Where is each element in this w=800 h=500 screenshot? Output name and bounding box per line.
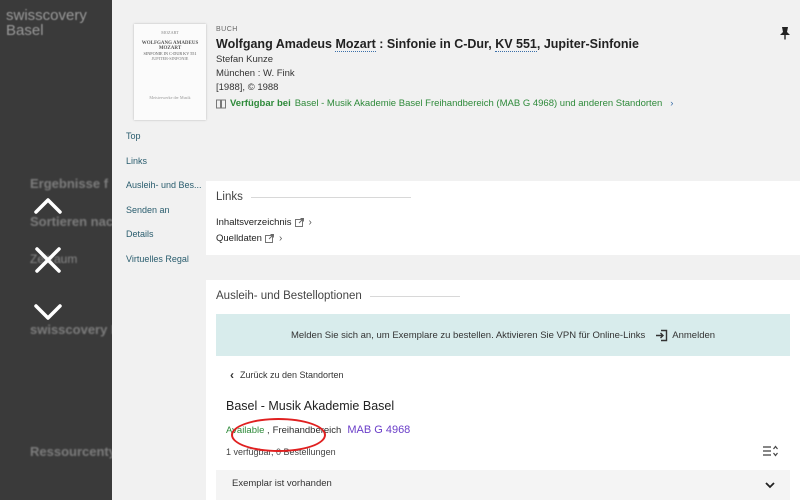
links-heading: Links <box>216 191 243 203</box>
title-author-link[interactable]: Mozart <box>335 37 376 52</box>
close-icon <box>35 247 61 273</box>
availability-link[interactable]: Verfügbar bei Basel - Musik Akademie Bas… <box>216 98 673 109</box>
section-nav-details[interactable]: Details <box>126 228 216 253</box>
cover-text-line: Meisterwerke der Musik <box>149 95 191 100</box>
book-cover-thumbnail[interactable]: MOZART WOLFGANG AMADEUS MOZART SINFONIE … <box>134 24 206 120</box>
section-navigation: Top Links Ausleih- und Bes... Senden an … <box>126 130 216 277</box>
record-date: [1988], © 1988 <box>216 82 279 93</box>
record-detail-panel: MOZART WOLFGANG AMADEUS MOZART SINFONIE … <box>112 0 800 500</box>
section-nav-send[interactable]: Senden an <box>126 204 216 229</box>
links-heading-row: Links <box>216 191 411 203</box>
item-row[interactable]: Exemplar ist vorhanden <box>216 470 790 500</box>
background-logo: swisscovery Basel <box>6 7 87 39</box>
sign-in-icon <box>656 329 668 341</box>
filter-sort-icon[interactable] <box>762 444 778 458</box>
login-message: Melden Sie sich an, um Exemplare zu best… <box>290 329 646 341</box>
cover-text-line: JUPITER-SINFONIE <box>151 56 189 61</box>
next-record-button[interactable] <box>28 292 68 332</box>
source-data-link[interactable]: Quelldaten › <box>216 233 282 244</box>
record-type-label: BUCH <box>216 26 238 33</box>
loan-heading-row: Ausleih- und Bestelloptionen <box>216 290 460 302</box>
login-button[interactable]: Anmelden <box>655 329 715 342</box>
section-nav-loan[interactable]: Ausleih- und Bes... <box>126 179 216 204</box>
title-work-link[interactable]: KV 551 <box>495 37 537 52</box>
link-label: Inhaltsverzeichnis <box>216 217 292 228</box>
record-title[interactable]: Wolfgang Amadeus Mozart : Sinfonie in C-… <box>216 37 639 52</box>
chevron-down-icon <box>34 304 62 320</box>
book-icon <box>216 99 226 108</box>
chevron-right-icon: › <box>670 98 674 109</box>
title-text: , Jupiter-Sinfonie <box>536 37 639 51</box>
chevron-up-icon <box>34 198 62 214</box>
previous-record-button[interactable] <box>28 186 68 226</box>
section-nav-top[interactable]: Top <box>126 130 216 155</box>
availability-label: Verfügbar bei <box>230 98 291 109</box>
chevron-right-icon: › <box>278 233 283 244</box>
external-link-icon <box>294 218 304 227</box>
cover-text-line: MOZART <box>161 30 179 35</box>
library-name: Basel - Musik Akademie Basel <box>226 399 395 413</box>
close-lightbox-button[interactable] <box>28 240 68 280</box>
loan-request-section: Ausleih- und Bestelloptionen Melden Sie … <box>206 280 800 500</box>
record-author: Stefan Kunze <box>216 54 274 65</box>
back-label: Zurück zu den Standorten <box>240 370 344 380</box>
heading-divider <box>369 295 460 297</box>
availability-location: Basel - Musik Akademie Basel Freihandber… <box>294 98 663 109</box>
title-text: Wolfgang Amadeus <box>216 37 336 51</box>
chevron-left-icon: ‹ <box>230 368 234 382</box>
heading-divider <box>250 196 411 198</box>
pin-icon[interactable] <box>778 26 792 40</box>
cover-text-line: WOLFGANG AMADEUS MOZART <box>141 41 199 51</box>
background-resource-heading: Ressourcenty <box>30 444 112 459</box>
title-text: : Sinfonie in C-Dur, <box>375 37 496 51</box>
link-label: Quelldaten <box>216 233 262 244</box>
login-button-label: Anmelden <box>672 329 716 341</box>
call-number[interactable]: MAB G 4968 <box>347 424 410 436</box>
record-header: MOZART WOLFGANG AMADEUS MOZART SINFONIE … <box>112 0 800 130</box>
section-nav-links[interactable]: Links <box>126 155 216 180</box>
loan-heading: Ausleih- und Bestelloptionen <box>216 290 362 302</box>
record-publisher: München : W. Fink <box>216 68 295 79</box>
annotation-highlight-oval <box>231 418 326 452</box>
links-section: Links Inhaltsverzeichnis › Quelldaten › <box>206 181 800 255</box>
login-banner: Melden Sie sich an, um Exemplare zu best… <box>216 314 790 356</box>
chevron-right-icon: › <box>308 217 312 228</box>
table-of-contents-link[interactable]: Inhaltsverzeichnis › <box>216 217 312 228</box>
external-link-icon <box>265 234 274 243</box>
chevron-down-icon[interactable] <box>764 479 776 491</box>
item-status-label: Exemplar ist vorhanden <box>232 478 332 489</box>
back-to-locations-link[interactable]: ‹ Zurück zu den Standorten <box>230 368 344 382</box>
section-nav-virtual-shelf[interactable]: Virtuelles Regal <box>126 253 216 278</box>
